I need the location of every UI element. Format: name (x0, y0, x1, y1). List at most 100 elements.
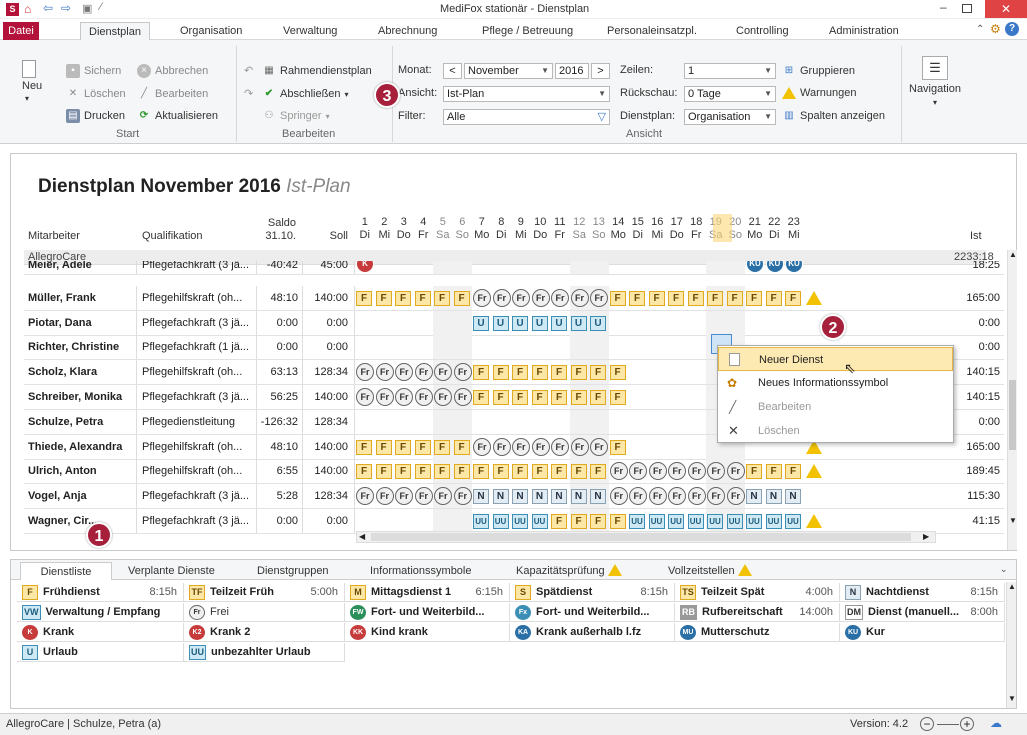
warnings-button[interactable]: Warnungen (782, 87, 856, 99)
shift-chip[interactable]: UU (531, 514, 548, 529)
shift-chip[interactable]: F (590, 514, 606, 529)
view-select[interactable]: Ist-Plan ▼ (443, 86, 610, 102)
shift-chip[interactable]: F (512, 365, 528, 381)
shift-chip[interactable]: UU (687, 514, 704, 529)
weekend-cell[interactable] (433, 509, 453, 533)
shift-chip[interactable]: UU (492, 514, 509, 529)
table-row[interactable]: Vogel, Anja Pflegefachkraft (3 jä... 5:28 1… (24, 484, 1004, 510)
shift-chip[interactable]: Fr (375, 363, 394, 382)
shift-chip[interactable]: F (512, 464, 528, 480)
filter-select[interactable]: Alle ▽ (443, 109, 610, 125)
shift-chip[interactable]: U (473, 315, 489, 331)
shift-chip[interactable]: F (687, 290, 704, 306)
shift-chip[interactable]: N (551, 489, 567, 505)
shift-chip[interactable]: Fr (375, 388, 394, 406)
scroll-left-icon[interactable]: ◀ (359, 532, 365, 541)
shift-chip[interactable]: Fr (590, 437, 608, 456)
weekend-cell[interactable] (725, 310, 745, 335)
tab-organisation[interactable]: Organisation (180, 22, 242, 40)
shift-chip[interactable]: Fr (668, 462, 686, 481)
undo-button[interactable]: ↶ (244, 64, 253, 77)
close-icon[interactable]: ✕ (985, 0, 1027, 18)
shift-chip[interactable]: F (492, 390, 509, 405)
shift-chip[interactable]: Fr (414, 487, 433, 506)
weekend-cell[interactable] (433, 409, 453, 434)
shift-chip[interactable]: F (551, 514, 567, 529)
shift-chip[interactable]: Fr (356, 487, 374, 506)
shift-chip[interactable]: UU (629, 514, 645, 529)
shift-chip[interactable]: Fr (453, 487, 472, 506)
close-plan-button[interactable]: ✔ Abschließen ▾ (262, 87, 349, 101)
weekend-cell[interactable] (452, 261, 472, 274)
shift-chip[interactable]: F (746, 464, 762, 480)
scroll-thumb[interactable] (1009, 380, 1016, 450)
shift-chip[interactable]: F (453, 290, 470, 306)
shift-chip[interactable]: Fr (531, 288, 550, 307)
shift-list-item[interactable]: VW Verwaltung / Empfang (17, 603, 184, 622)
shift-chip[interactable]: F (356, 290, 372, 306)
shift-chip[interactable]: Fr (551, 288, 569, 307)
columns-button[interactable]: ▥ Spalten anzeigen (782, 109, 885, 123)
weekend-cell[interactable] (706, 261, 726, 274)
month-prev-button[interactable]: < (443, 63, 462, 79)
cancel-button[interactable]: × Abbrechen (137, 64, 208, 78)
shift-list-item[interactable]: F Frühdienst 8:15h (17, 583, 184, 602)
shift-chip[interactable]: N (765, 489, 782, 505)
shift-chip[interactable]: F (473, 464, 489, 480)
tab-verwaltung[interactable]: Verwaltung (283, 22, 337, 40)
shift-chip[interactable]: Fr (492, 288, 511, 307)
shift-chip[interactable]: Fr (414, 363, 433, 382)
shift-list-item[interactable]: N Nachtdienst 8:15h (840, 583, 1005, 602)
shift-chip[interactable]: F (395, 439, 411, 455)
shift-chip[interactable]: F (765, 464, 782, 480)
shift-chip[interactable]: Fr (570, 437, 589, 456)
shift-chip[interactable]: Fr (414, 388, 433, 406)
shift-chip[interactable]: KU (746, 261, 764, 273)
zoom-out-icon[interactable]: − (920, 717, 934, 731)
shift-chip[interactable]: F (414, 290, 431, 306)
shift-chip[interactable]: F (551, 464, 567, 480)
shift-chip[interactable]: Fr (687, 487, 706, 506)
shift-chip[interactable]: N (473, 489, 489, 505)
shift-chip[interactable]: UU (648, 514, 665, 529)
shift-chip[interactable]: F (570, 464, 587, 480)
shift-chip[interactable]: F (375, 464, 392, 480)
shift-list-item[interactable]: K Krank (17, 623, 184, 642)
shift-list-item[interactable]: M Mittagsdienst 1 6:15h (345, 583, 510, 602)
shift-chip[interactable]: UU (512, 514, 528, 529)
collapse-ribbon-icon[interactable]: ⌃ (976, 24, 984, 35)
shift-chip[interactable]: Fr (395, 487, 413, 506)
scroll-up-icon[interactable]: ▲ (1009, 250, 1017, 259)
shift-list-item[interactable]: Fr Frei (184, 603, 345, 622)
shift-chip[interactable]: F (453, 464, 470, 480)
shift-chip[interactable]: F (453, 439, 470, 455)
menu-item-new-info-symbol[interactable]: ✿ Neues Informationssymbol (718, 371, 953, 395)
shift-chip[interactable]: Fr (726, 487, 745, 506)
table-row[interactable]: Müller, Frank Pflegehilfskraft (oh... 48:1… (24, 285, 1004, 311)
bottom-vscroll[interactable]: ▲ ▼ (1006, 582, 1016, 708)
shift-chip[interactable]: Fr (473, 437, 491, 456)
home-icon[interactable]: ⌂ (24, 2, 31, 16)
panel-collapse-icon[interactable]: ⌄ (1000, 564, 1008, 575)
scroll-down-icon[interactable]: ▼ (1008, 694, 1016, 703)
back-icon[interactable]: ⇦ (43, 1, 53, 15)
shift-chip[interactable]: F (648, 290, 665, 306)
shift-chip[interactable]: U (512, 315, 528, 331)
tab-administration[interactable]: Administration (829, 22, 899, 40)
shift-chip[interactable]: UU (707, 514, 723, 529)
tab-vollzeitstellen[interactable]: Vollzeitstellen (668, 562, 752, 580)
shift-chip[interactable]: F (609, 514, 626, 529)
shift-chip[interactable]: F (395, 464, 411, 480)
maximize-icon[interactable] (962, 4, 972, 13)
shift-chip[interactable]: UU (746, 514, 762, 529)
month-next-button[interactable]: > (591, 63, 610, 79)
shift-chip[interactable]: Fr (395, 363, 413, 382)
month-select[interactable]: November ▼ (464, 63, 553, 79)
shift-chip[interactable]: F (434, 464, 450, 480)
shift-chip[interactable]: Fr (570, 288, 589, 307)
shift-chip[interactable]: F (414, 439, 431, 455)
shift-chip[interactable]: U (531, 315, 548, 331)
shift-list-item[interactable]: Fx Fort- und Weiterbild... (510, 603, 675, 622)
table-row[interactable]: Meier, Adele Pflegefachkraft (3 jä... -40:… (24, 261, 1004, 275)
shift-chip[interactable]: Fr (434, 388, 452, 406)
